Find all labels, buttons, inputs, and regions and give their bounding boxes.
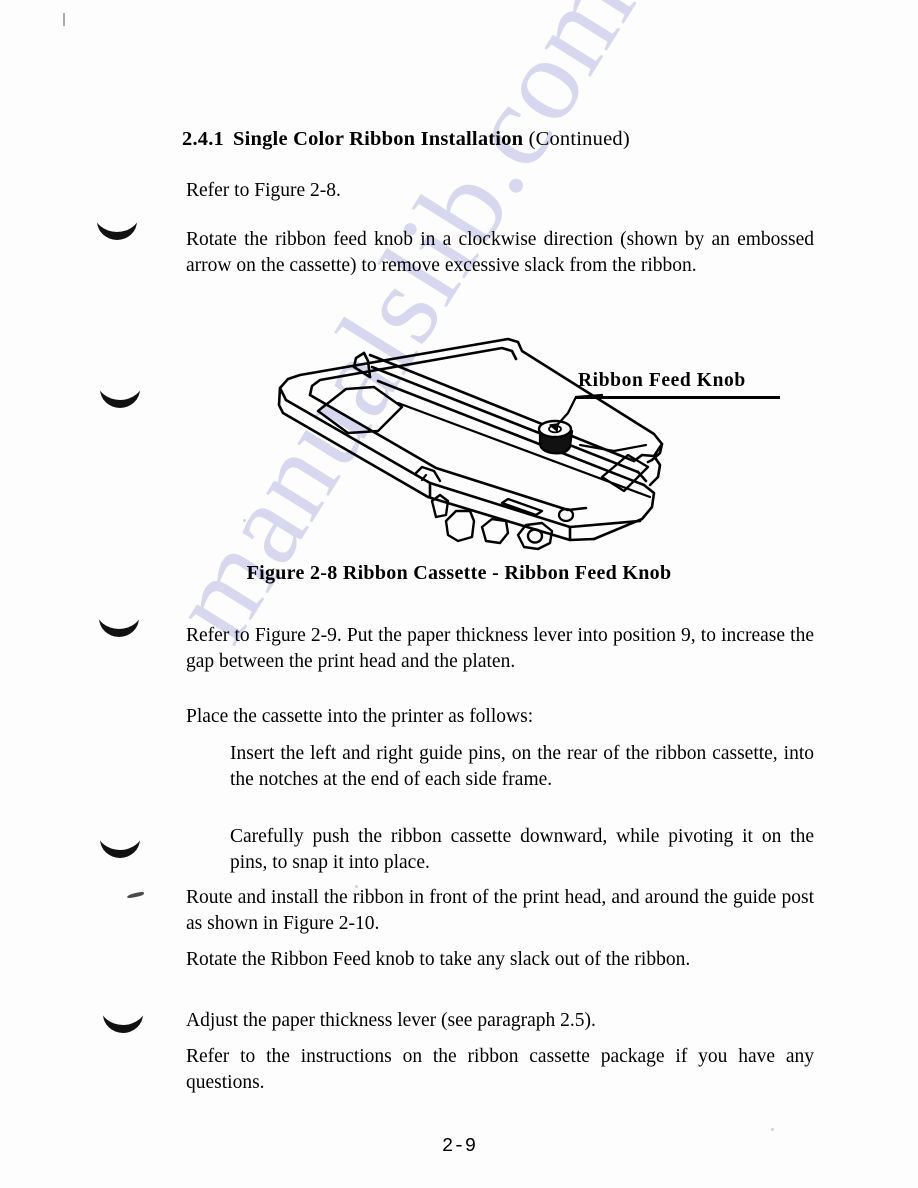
margin-crescent-mark <box>103 1013 143 1033</box>
cassette-corner-nub <box>430 493 450 519</box>
cassette-notch-tab-a <box>444 509 476 543</box>
margin-crescent-mark <box>100 838 140 858</box>
margin-crescent-mark <box>97 220 137 240</box>
callout-label-ribbon-feed-knob: Ribbon Feed Knob <box>578 370 746 391</box>
margin-crescent-mark <box>100 388 140 408</box>
scan-artifact-tick <box>63 13 65 26</box>
paragraph-rotate-knob: Rotate the ribbon feed knob in a clockwi… <box>186 229 814 276</box>
paragraph-place-cassette: Place the cassette into the printer as f… <box>186 706 534 727</box>
paragraph-refer-figure-2-8: Refer to Figure 2-8. <box>186 180 341 201</box>
paragraph-refer-package: Refer to the instructions on the ribbon … <box>186 1046 814 1093</box>
paragraph-insert-pins-block: Insert the left and right guide pins, on… <box>230 741 814 792</box>
paragraph-route-ribbon: Route and install the ribbon in front of… <box>186 887 814 934</box>
paragraph-push-down: Carefully push the ribbon cassette downw… <box>230 826 814 873</box>
figure-ribbon-cassette <box>250 325 810 555</box>
paragraph-insert-pins: Insert the left and right guide pins, on… <box>230 743 814 790</box>
section-heading: 2.4.1 Single Color Ribbon Installation (C… <box>182 128 630 151</box>
cassette-small-boss <box>557 507 575 523</box>
cassette-right-end-face <box>592 483 656 541</box>
paragraph-refer-figure-2-9: Refer to Figure 2-9. Put the paper thick… <box>186 625 814 672</box>
paragraph-refer-figure-2-8-block: Refer to Figure 2-8. <box>186 178 814 204</box>
paragraph-rotate-feed: Rotate the Ribbon Feed knob to take any … <box>186 949 691 970</box>
scan-speck <box>243 519 246 522</box>
callout-label-underline <box>576 396 780 399</box>
cassette-guide-pin-boss <box>516 521 554 551</box>
section-number: 2.4.1 <box>182 128 224 150</box>
figure-caption: Figure 2-8 Ribbon Cassette - Ribbon Feed… <box>246 562 672 584</box>
section-continued-note: (Continued) <box>528 128 630 150</box>
paragraph-adjust-lever-block: Adjust the paper thickness lever (see pa… <box>186 1008 814 1034</box>
margin-crescent-mark <box>99 617 139 637</box>
paragraph-route-ribbon-block: Route and install the ribbon in front of… <box>186 885 814 936</box>
paragraph-rotate-knob-block: Rotate the ribbon feed knob in a clockwi… <box>186 227 814 278</box>
paragraph-adjust-lever: Adjust the paper thickness lever (see pa… <box>186 1010 596 1031</box>
callout-secondary-line <box>578 443 648 453</box>
paragraph-refer-figure-2-9-block: Refer to Figure 2-9. Put the paper thick… <box>186 623 814 674</box>
ribbon-cassette-drawing <box>277 337 664 551</box>
callout-leader-line <box>556 395 578 426</box>
margin-tick-mark <box>126 891 145 899</box>
cassette-guide-pin-hole <box>526 528 544 544</box>
section-title: Single Color Ribbon Installation <box>233 128 524 150</box>
scan-speck <box>771 1128 774 1131</box>
document-page: manualslib.com 2.4.1 Single Color Ribbon … <box>0 0 918 1188</box>
paragraph-place-cassette-block: Place the cassette into the printer as f… <box>186 704 814 730</box>
paragraph-rotate-feed-block: Rotate the Ribbon Feed knob to take any … <box>186 947 814 973</box>
page-content: 2.4.1 Single Color Ribbon Installation (C… <box>0 0 918 1188</box>
paragraph-push-down-block: Carefully push the ribbon cassette downw… <box>230 824 814 875</box>
page-number: 2-9 <box>441 1135 477 1157</box>
cassette-notch-tab-b <box>480 517 510 545</box>
paragraph-refer-package-block: Refer to the instructions on the ribbon … <box>186 1044 814 1095</box>
